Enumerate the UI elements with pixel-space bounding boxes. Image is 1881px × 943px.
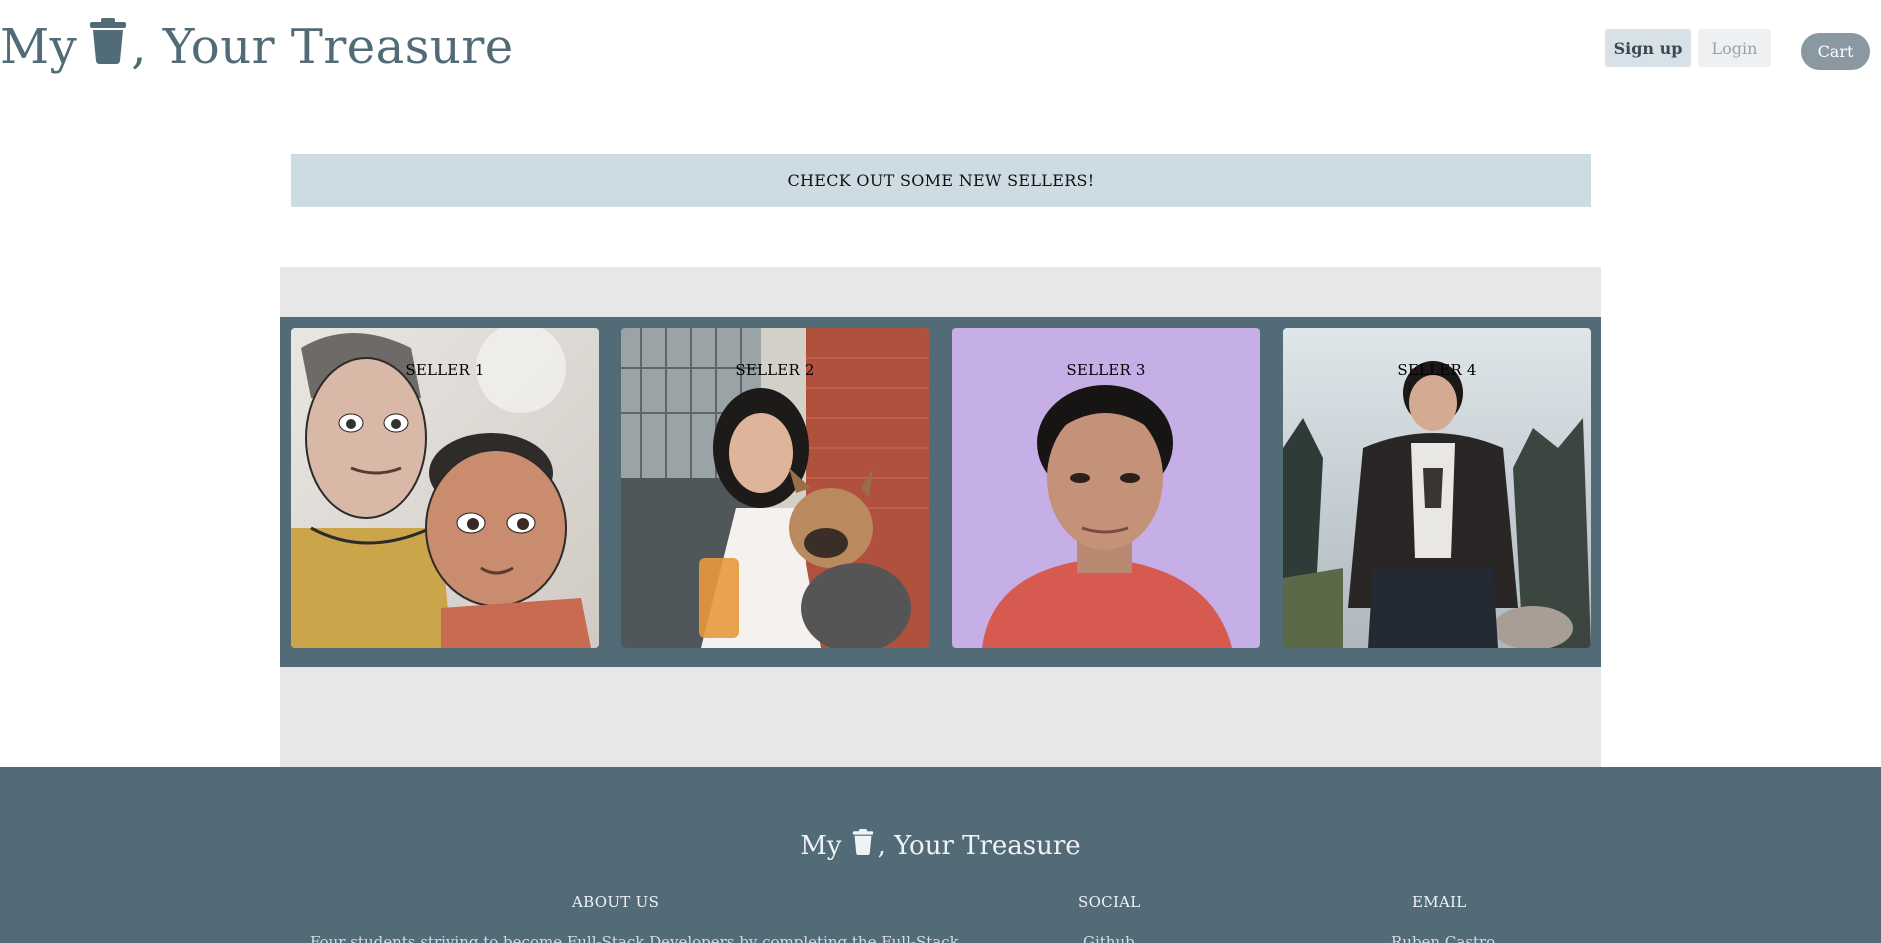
trash-icon: [852, 829, 874, 862]
about-us-heading: ABOUT US: [572, 893, 660, 911]
header: My , Your Treasure Sign up Login Cart: [0, 0, 1881, 100]
new-sellers-banner: CHECK OUT SOME NEW SELLERS!: [291, 154, 1591, 207]
seller-card-2[interactable]: SELLER 2: [621, 328, 929, 648]
cart-button[interactable]: Cart: [1801, 33, 1870, 70]
footer-brand-prefix: My: [800, 830, 842, 861]
seller-card-4[interactable]: SELLER 4: [1283, 328, 1591, 648]
page: My , Your Treasure Sign up Login Cart CH…: [0, 0, 1881, 943]
login-button[interactable]: Login: [1698, 29, 1771, 67]
social-link-github[interactable]: Github: [1083, 933, 1135, 943]
email-contact-ruben[interactable]: Ruben Castro: [1391, 933, 1495, 943]
seller-label-1: SELLER 1: [405, 361, 485, 379]
banner-text: CHECK OUT SOME NEW SELLERS!: [787, 171, 1095, 190]
footer-brand: My , Your Treasure: [0, 829, 1881, 862]
brand-prefix: My: [0, 19, 78, 75]
seller-label-2: SELLER 2: [735, 361, 815, 379]
seller-card-3[interactable]: SELLER 3: [952, 328, 1260, 648]
seller-label-3: SELLER 3: [1066, 361, 1146, 379]
brand-suffix: , Your Treasure: [131, 19, 514, 75]
seller-label-4: SELLER 4: [1397, 361, 1477, 379]
footer: My , Your Treasure ABOUT US Four student…: [0, 767, 1881, 943]
social-heading: SOCIAL: [1078, 893, 1141, 911]
email-heading: EMAIL: [1412, 893, 1467, 911]
footer-brand-suffix: , Your Treasure: [877, 830, 1081, 861]
about-us-text: Four students striving to become Full-St…: [310, 933, 959, 943]
seller-card-1[interactable]: SELLER 1: [291, 328, 599, 648]
trash-icon: [89, 18, 127, 76]
signup-button[interactable]: Sign up: [1605, 29, 1691, 67]
site-brand[interactable]: My , Your Treasure: [0, 18, 514, 76]
